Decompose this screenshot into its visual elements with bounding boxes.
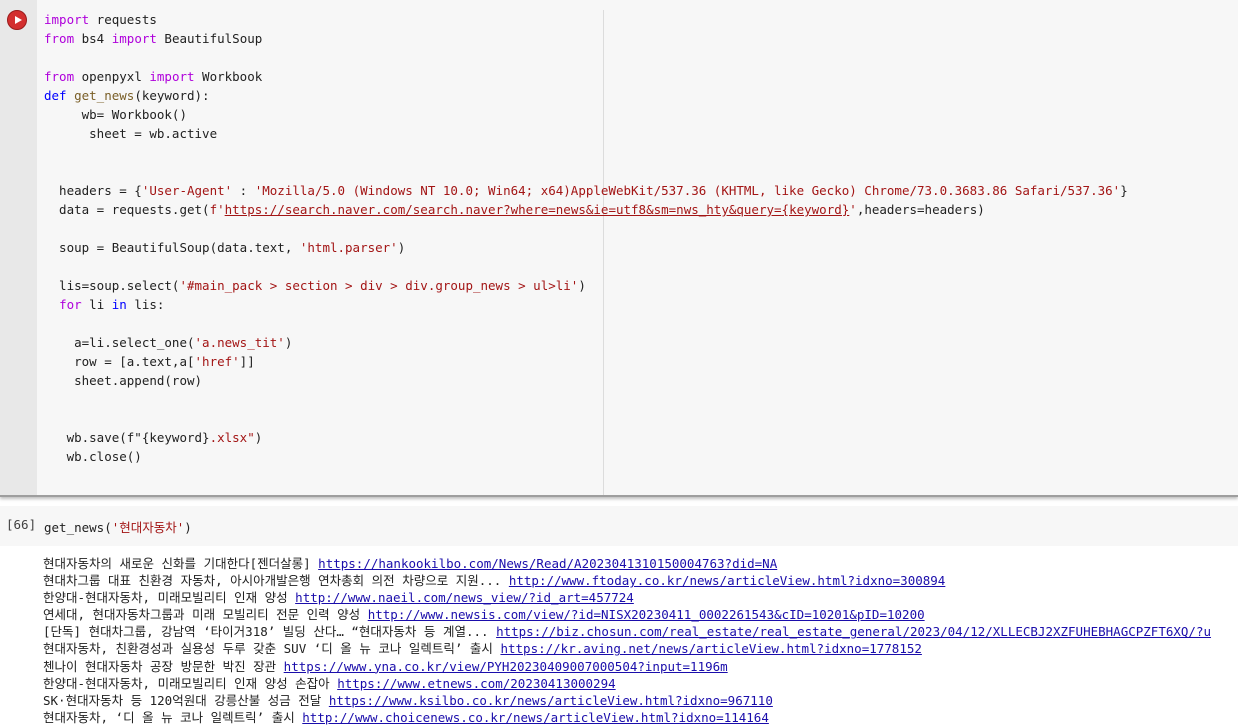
output-row: 한양대-현대자동차, 미래모빌리티 인재 양성 http://www.naeil…: [43, 589, 1238, 606]
code-cell[interactable]: import requests from bs4 import Beautifu…: [0, 0, 1238, 497]
news-title: 한양대-현대자동차, 미래모빌리티 인재 양성: [43, 590, 288, 606]
news-title: 현대자동차의 새로운 신화를 기대한다[젠더살롱]: [43, 556, 311, 571]
output-row: 현대차그룹 대표 친환경 자동차, 아시아개발은행 연차총회 의전 차량으로 지…: [43, 572, 1238, 589]
code-url-link[interactable]: https://search.naver.com/search.naver?wh…: [225, 202, 782, 217]
code-line: headers = {'User-Agent' : 'Mozilla/5.0 (…: [44, 183, 1128, 198]
output-row: 첸나이 현대자동차 공장 방문한 박진 장관 https://www.yna.c…: [43, 658, 1238, 675]
news-title: 현대자동차, 친환경성과 실용성 두루 갖춘 SUV ‘디 올 뉴 코나 일렉트…: [43, 641, 493, 657]
output-row: SK·현대자동차 등 120억원대 강릉산불 성금 전달 https://www…: [43, 692, 1238, 709]
news-title: 현대차그룹 대표 친환경 자동차, 아시아개발은행 연차총회 의전 차량으로 지…: [43, 573, 502, 589]
code-cell-call[interactable]: [66] get_news('현대자동차'): [0, 506, 1238, 546]
output-row: [단독] 현대차그룹, 강남역 ‘타이거318’ 빌딩 산다… “현대자동차 등…: [43, 623, 1238, 640]
output-row: 한양대-현대자동차, 미래모빌리티 인재 양성 손잡아 https://www.…: [43, 675, 1238, 692]
output-row: 연세대, 현대자동차그룹과 미래 모빌리티 전문 인력 양성 http://ww…: [43, 606, 1238, 623]
code-line: wb.close(): [44, 449, 142, 464]
code-line: lis=soup.select('#main_pack > section > …: [44, 278, 586, 293]
news-title: SK·현대자동차 등 120억원대 강릉산불 성금 전달: [43, 692, 322, 708]
output-row: 현대자동차, ‘디 올 뉴 코나 일렉트릭’ 출시 http://www.cho…: [43, 709, 1238, 726]
news-link[interactable]: http://www.naeil.com/news_view/?id_art=4…: [295, 590, 634, 605]
code-line: wb.save(f"{keyword}.xlsx"): [44, 430, 263, 445]
news-link[interactable]: https://biz.chosun.com/real_estate/real_…: [496, 624, 1211, 639]
news-link[interactable]: https://www.etnews.com/20230413000294: [337, 676, 615, 691]
code-line: sheet.append(row): [44, 373, 203, 388]
run-cell-button[interactable]: [7, 10, 27, 30]
news-link[interactable]: http://www.choicenews.co.kr/news/article…: [302, 710, 769, 725]
news-link[interactable]: https://hankookilbo.com/News/Read/A20230…: [318, 556, 777, 571]
code-line: wb= Workbook(): [44, 107, 187, 122]
code-editor[interactable]: import requests from bs4 import Beautifu…: [44, 10, 1128, 466]
code-line: row = [a.text,a['href']]: [44, 354, 255, 369]
cell-gutter: [0, 0, 37, 495]
output-row: 현대자동차의 새로운 신화를 기대한다[젠더살롱] https://hankoo…: [43, 555, 1238, 572]
news-link[interactable]: https://www.yna.co.kr/view/PYH2023040900…: [284, 659, 728, 674]
code-line: import requests: [44, 12, 157, 27]
output-row: 현대자동차, 친환경성과 실용성 두루 갖춘 SUV ‘디 올 뉴 코나 일렉트…: [43, 640, 1238, 657]
code-line[interactable]: get_news('현대자동차'): [44, 517, 192, 536]
news-link[interactable]: http://www.ftoday.co.kr/news/articleView…: [509, 573, 946, 588]
news-title: 연세대, 현대자동차그룹과 미래 모빌리티 전문 인력 양성: [43, 607, 361, 623]
code-line: from bs4 import BeautifulSoup: [44, 31, 263, 46]
news-link[interactable]: https://kr.aving.net/news/articleView.ht…: [500, 641, 921, 656]
code-line: for li in lis:: [59, 297, 165, 312]
code-line: from openpyxl import Workbook: [44, 69, 263, 84]
news-title: 현대자동차, ‘디 올 뉴 코나 일렉트릭’ 출시: [43, 709, 295, 725]
news-link[interactable]: http://www.newsis.com/view/?id=NISX20230…: [368, 607, 925, 622]
execution-count: [66]: [6, 517, 37, 532]
news-title: 첸나이 현대자동차 공장 방문한 박진 장관: [43, 658, 277, 674]
news-link[interactable]: https://www.ksilbo.co.kr/news/articleVie…: [329, 693, 773, 708]
code-line: data = requests.get(f'https://search.nav…: [44, 202, 985, 217]
code-line: a=li.select_one('a.news_tit'): [44, 335, 293, 350]
code-line: def get_news(keyword):: [44, 88, 210, 103]
code-line: sheet = wb.active: [44, 126, 218, 141]
news-title: 한양대-현대자동차, 미래모빌리티 인재 양성 손잡아: [43, 675, 330, 691]
code-line: soup = BeautifulSoup(data.text, 'html.pa…: [44, 240, 406, 255]
cell-output: 현대자동차의 새로운 신화를 기대한다[젠더살롱] https://hankoo…: [43, 555, 1238, 726]
news-title: [단독] 현대차그룹, 강남역 ‘타이거318’ 빌딩 산다… “현대자동차 등…: [43, 624, 489, 640]
